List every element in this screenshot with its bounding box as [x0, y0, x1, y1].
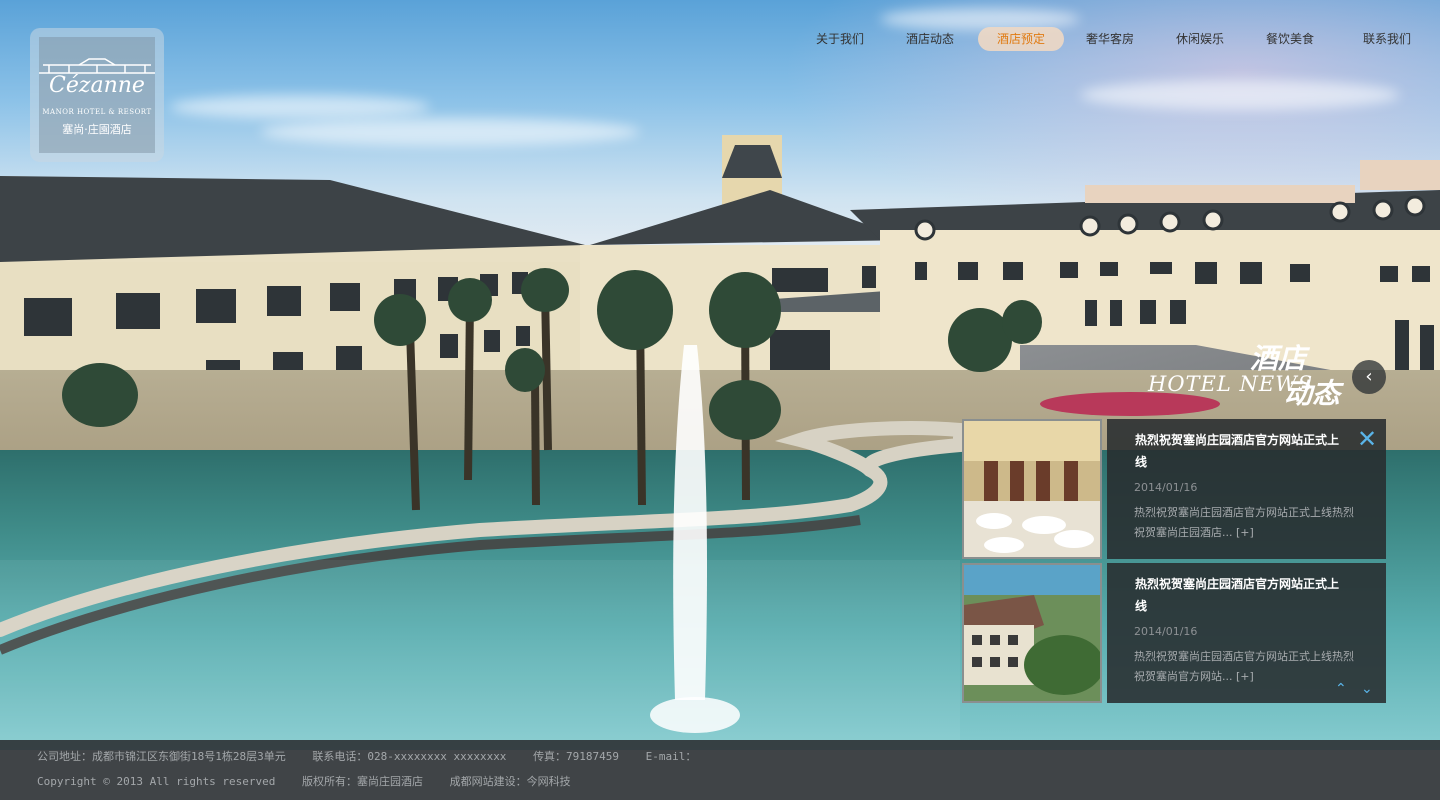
read-more-link[interactable]: [+]: [1236, 670, 1254, 683]
resort-aerial-image: [964, 565, 1100, 701]
news-prev-button[interactable]: ‹: [1352, 360, 1386, 394]
footer-copyright-line: Copyright © 2013 All rights reserved 版权所…: [37, 773, 591, 789]
main-nav: 关于我们 酒店动态 酒店预定 奢华客房 休闲娱乐 餐饮美食 联系我们: [780, 27, 1440, 51]
news-card[interactable]: 热烈祝贺塞尚庄园酒店官方网站正式上线 2014/01/16 热烈祝贺塞尚庄园酒店…: [962, 563, 1386, 703]
news-title[interactable]: 热烈祝贺塞尚庄园酒店官方网站正式上线: [1135, 573, 1350, 617]
news-card[interactable]: 热烈祝贺塞尚庄园酒店官方网站正式上线 2014/01/16 热烈祝贺塞尚庄园酒店…: [962, 419, 1386, 559]
scroll-up-icon[interactable]: ⌃: [1335, 681, 1347, 697]
news-title[interactable]: 热烈祝贺塞尚庄园酒店官方网站正式上线: [1135, 429, 1350, 473]
footer-contact-line: 公司地址：成都市锦江区东御街18号1栋28层3单元 联系电话：028-xxxxx…: [37, 748, 716, 764]
banquet-hall-image: [964, 421, 1100, 557]
hotel-logo[interactable]: Cézanne MANOR HOTEL & RESORT 塞尚·庄園酒店: [30, 28, 164, 162]
nav-hotel-news[interactable]: 酒店动态: [890, 27, 970, 51]
footer-address: 公司地址：成都市锦江区东御街18号1栋28层3单元: [37, 750, 286, 763]
site-footer: 公司地址：成都市锦江区东御街18号1栋28层3单元 联系电话：028-xxxxx…: [0, 740, 1440, 800]
footer-phone: 联系电话：028-xxxxxxxx xxxxxxxx: [312, 750, 507, 763]
logo-subtitle: MANOR HOTEL & RESORT: [42, 108, 152, 116]
close-icon[interactable]: ✕: [1357, 425, 1377, 453]
news-date: 2014/01/16: [1134, 625, 1198, 638]
news-excerpt: 热烈祝贺塞尚庄园酒店官方网站正式上线热烈祝贺塞尚庄园酒店... [+]: [1134, 506, 1354, 539]
footer-builder-link[interactable]: 成都网站建设：今网科技: [450, 775, 571, 788]
scroll-down-icon[interactable]: ⌄: [1361, 681, 1373, 697]
read-more-link[interactable]: [+]: [1236, 526, 1254, 539]
footer-fax: 传真：79187459: [533, 750, 620, 763]
footer-owner: 版权所有：塞尚庄园酒店: [302, 775, 424, 788]
news-date: 2014/01/16: [1134, 481, 1198, 494]
news-thumbnail-resort[interactable]: [962, 563, 1102, 703]
news-excerpt: 热烈祝贺塞尚庄园酒店官方网站正式上线热烈祝贺塞尚官方网站... [+]: [1134, 650, 1354, 683]
logo-chinese-name: 塞尚·庄園酒店: [62, 123, 132, 136]
nav-hotel-booking[interactable]: 酒店预定: [978, 27, 1064, 51]
footer-copyright: Copyright © 2013 All rights reserved: [37, 775, 276, 788]
news-thumbnail-banquet-hall[interactable]: [962, 419, 1102, 559]
nav-luxury-rooms[interactable]: 奢华客房: [1070, 27, 1150, 51]
nav-about[interactable]: 关于我们: [800, 27, 880, 51]
nav-dining[interactable]: 餐饮美食: [1250, 27, 1330, 51]
news-heading-cn-1: 酒店: [1250, 342, 1307, 375]
chevron-left-icon: ‹: [1365, 366, 1373, 387]
footer-email[interactable]: E-mail：: [646, 750, 697, 763]
nav-contact[interactable]: 联系我们: [1342, 27, 1432, 51]
logo-wordmark: Cézanne: [49, 73, 145, 98]
news-heading-cn-2: 动态: [1284, 377, 1341, 410]
nav-leisure[interactable]: 休闲娱乐: [1160, 27, 1240, 51]
